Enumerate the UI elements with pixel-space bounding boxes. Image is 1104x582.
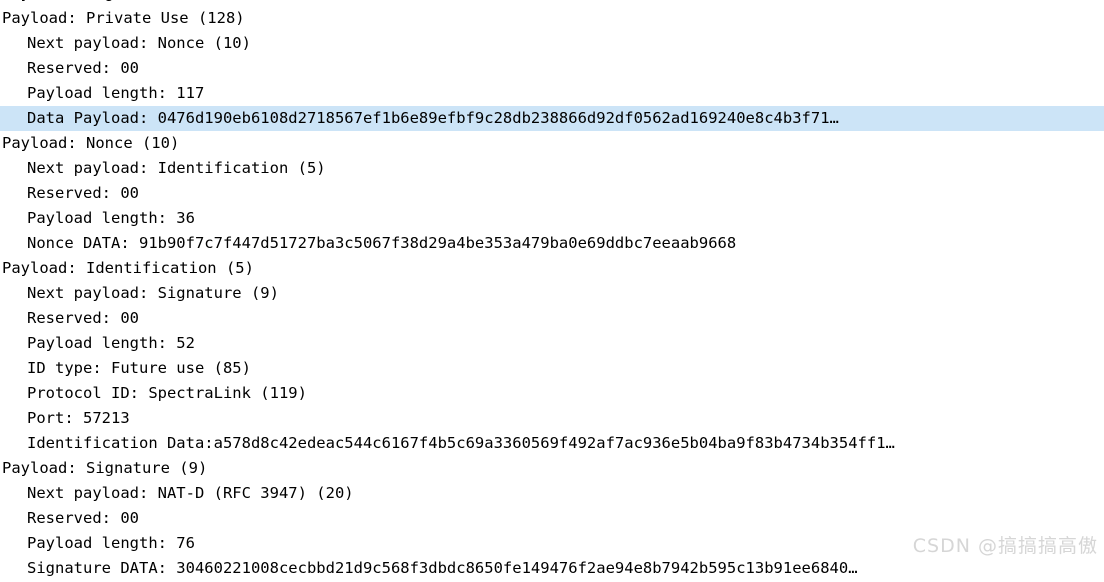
packet-detail-row[interactable]: ID type: Future use (85) [0,356,1104,381]
packet-detail-row[interactable]: Next payload: Signature (9) [0,281,1104,306]
packet-detail-row[interactable]: Payload length: 36 [0,206,1104,231]
packet-detail-row-label: ID type: Future use (85) [27,359,251,377]
packet-detail-row[interactable]: Payload: Private Use (128) [0,6,1104,31]
packet-detail-row-label: Payload length: 52 [27,334,195,352]
packet-detail-row-label: Payload: Signature (9) [2,459,208,477]
packet-detail-row-label: Payload: Identification (5) [2,259,254,277]
packet-detail-row[interactable]: Port: 57213 [0,406,1104,431]
packet-detail-row-label: Next payload: NAT-D (RFC 3947) (20) [27,484,354,502]
packet-detail-row-label: Protocol ID: SpectraLink (119) [27,384,307,402]
packet-detail-row-label: Next payload: Identification (5) [27,159,326,177]
packet-detail-row[interactable]: Signature DATA: 30460221008cecbbd21d9c56… [0,556,1104,581]
packet-detail-row[interactable]: Reserved: 00 [0,56,1104,81]
packet-detail-row-label: Reserved: 00 [27,509,139,527]
packet-detail-row-label: Payload length: 76 [27,534,195,552]
packet-detail-row[interactable]: Next payload: Identification (5) [0,156,1104,181]
packet-detail-row-label: Signature DATA: 30460221008cecbbd21d9c56… [27,559,858,577]
packet-detail-row[interactable]: Reserved: 00 [0,181,1104,206]
packet-detail-row[interactable]: Payload: Signature (9) [0,456,1104,481]
packet-detail-row[interactable]: Payload length: 117 [0,81,1104,106]
packet-detail-row[interactable]: Next payload: Nonce (10) [0,31,1104,56]
packet-detail-row-label: Payload: Nonce (10) [2,134,180,152]
packet-detail-row-label: Identification Data:a578d8c42edeac544c61… [27,434,895,452]
packet-detail-row-selected[interactable]: Data Payload: 0476d190eb6108d2718567ef1b… [0,106,1104,131]
packet-detail-row[interactable]: Next payload: NAT-D (RFC 3947) (20) [0,481,1104,506]
packet-detail-row-list: Payload: Signature (9) Payload: Private U… [0,0,1104,581]
packet-detail-row-label: Reserved: 00 [27,59,139,77]
packet-detail-row[interactable]: Reserved: 00 [0,306,1104,331]
packet-detail-row-label: Payload length: 117 [27,84,205,102]
packet-detail-row[interactable]: Reserved: 00 [0,506,1104,531]
packet-detail-row-label: Payload length: 36 [27,209,195,227]
packet-detail-row-label: Port: 57213 [27,409,130,427]
packet-detail-row[interactable]: Protocol ID: SpectraLink (119) [0,381,1104,406]
packet-detail-row-label: Reserved: 00 [27,309,139,327]
packet-detail-row[interactable]: Payload length: 76 [0,531,1104,556]
packet-detail-row-label: Data Payload: 0476d190eb6108d2718567ef1b… [27,109,839,127]
packet-detail-row-label: Next payload: Nonce (10) [27,34,251,52]
packet-detail-row-label: Payload: Private Use (128) [2,9,245,27]
packet-details-tree[interactable]: Payload: Signature (9) Payload: Private U… [0,0,1104,582]
packet-detail-row-label: Next payload: Signature (9) [27,284,279,302]
packet-detail-row-label: Reserved: 00 [27,184,139,202]
packet-detail-row[interactable]: Payload: Identification (5) [0,256,1104,281]
packet-detail-row[interactable]: Payload: Nonce (10) [0,131,1104,156]
packet-detail-row[interactable]: Identification Data:a578d8c42edeac544c61… [0,431,1104,456]
packet-detail-row[interactable]: Nonce DATA: 91b90f7c7f447d51727ba3c5067f… [0,231,1104,256]
packet-detail-row[interactable]: Payload length: 52 [0,331,1104,356]
packet-detail-row-label: Nonce DATA: 91b90f7c7f447d51727ba3c5067f… [27,234,737,252]
